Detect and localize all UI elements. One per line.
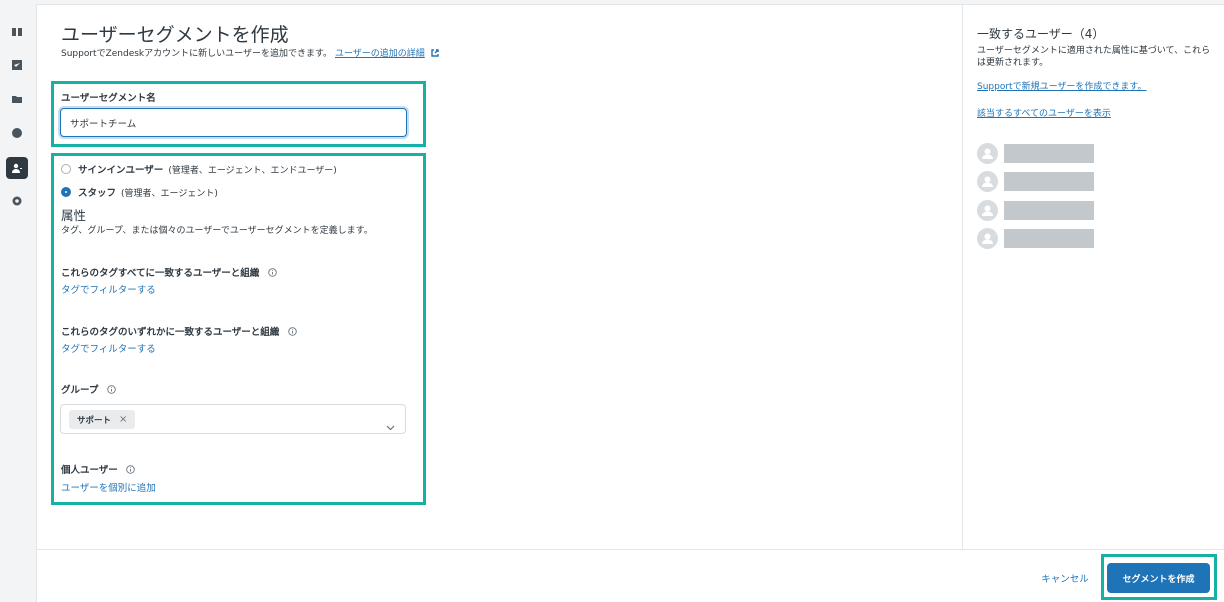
remove-tag-icon[interactable]: × <box>119 414 127 425</box>
info-icon[interactable] <box>107 385 116 394</box>
create-segment-button[interactable]: セグメントを作成 <box>1107 563 1210 593</box>
avatar <box>977 228 998 249</box>
page-title: ユーザーセグメントを作成 <box>61 24 289 46</box>
radio-staff-label: スタッフ <box>78 188 117 199</box>
radio-staff[interactable]: スタッフ (管理者、エージェント) <box>61 185 218 199</box>
individual-users-label: 個人ユーザー <box>61 462 135 476</box>
any-tags-label-text: これらのタグのいずれかに一致するユーザーと組織 <box>61 327 280 338</box>
radio-staff-sub: (管理者、エージェント) <box>121 188 218 199</box>
chevron-down-icon[interactable] <box>386 416 395 431</box>
user-name-placeholder <box>1004 201 1094 220</box>
group-multiselect[interactable]: サポート × <box>60 404 406 434</box>
segment-name-label: ユーザーセグメント名 <box>61 93 156 104</box>
create-new-user-link[interactable]: Supportで新規ユーザーを作成できます。 <box>977 79 1147 92</box>
subtitle-text: SupportでZendeskアカウントに新しいユーザーを追加できます。 <box>61 49 333 59</box>
individual-users-label-text: 個人ユーザー <box>61 465 118 476</box>
group-tag-label: サポート <box>77 415 112 426</box>
user-segment-icon[interactable] <box>6 157 28 179</box>
matching-users-title: 一致するユーザー（4） <box>977 27 1105 41</box>
attributes-title: 属性 <box>61 208 87 223</box>
avatar <box>977 143 998 164</box>
gear-icon[interactable] <box>8 192 26 210</box>
cancel-button[interactable]: キャンセル <box>1031 568 1099 588</box>
radio-signed-in-users[interactable]: サインインユーザー (管理者、エージェント、エンドユーザー) <box>61 162 337 176</box>
user-name-placeholder <box>1004 229 1094 248</box>
list-item <box>977 143 1094 164</box>
radio-signed-in-users-control[interactable] <box>61 164 71 174</box>
group-label-text: グループ <box>61 385 99 396</box>
segment-name-input[interactable] <box>60 108 407 137</box>
info-icon[interactable] <box>287 327 297 336</box>
ticket-icon[interactable] <box>8 56 26 74</box>
footer-divider <box>36 549 1224 550</box>
radio-signed-in-users-sub: (管理者、エージェント、エンドユーザー) <box>168 165 337 176</box>
add-users-details-link[interactable]: ユーザーの追加の詳細 <box>335 49 425 59</box>
avatar <box>977 200 998 221</box>
external-link-icon <box>430 49 439 57</box>
view-all-users-link[interactable]: 該当するすべてのユーザーを表示 <box>977 106 1111 119</box>
side-divider <box>962 4 963 549</box>
add-individual-users-link[interactable]: ユーザーを個別に追加 <box>61 480 156 494</box>
avatar <box>977 171 998 192</box>
any-tags-label: これらのタグのいずれかに一致するユーザーと組織 <box>61 324 297 338</box>
list-item <box>977 200 1094 221</box>
all-tags-label: これらのタグすべてに一致するユーザーと組織 <box>61 265 277 279</box>
book-icon[interactable] <box>8 23 26 41</box>
group-label: グループ <box>61 382 116 396</box>
list-item <box>977 228 1094 249</box>
info-icon[interactable] <box>267 268 277 277</box>
attributes-description: タグ、グループ、または個々のユーザーでユーザーセグメントを定義します。 <box>61 226 373 236</box>
info-icon[interactable] <box>126 465 135 474</box>
any-tags-filter-link[interactable]: タグでフィルターする <box>61 341 156 355</box>
folder-icon[interactable] <box>8 90 26 108</box>
palette-icon[interactable] <box>8 124 26 142</box>
user-name-placeholder <box>1004 172 1094 191</box>
nav-rail <box>0 0 36 602</box>
matching-users-description: ユーザーセグメントに適用された属性に基づいて、これらは更新されます。 <box>977 46 1211 68</box>
radio-signed-in-users-label: サインインユーザー <box>78 165 164 176</box>
group-tag: サポート × <box>69 410 136 429</box>
list-item <box>977 171 1094 192</box>
all-tags-label-text: これらのタグすべてに一致するユーザーと組織 <box>61 268 260 279</box>
radio-staff-control[interactable] <box>61 187 71 197</box>
all-tags-filter-link[interactable]: タグでフィルターする <box>61 282 156 296</box>
page-subtitle: SupportでZendeskアカウントに新しいユーザーを追加できます。 ユーザ… <box>61 46 439 59</box>
user-name-placeholder <box>1004 144 1094 163</box>
